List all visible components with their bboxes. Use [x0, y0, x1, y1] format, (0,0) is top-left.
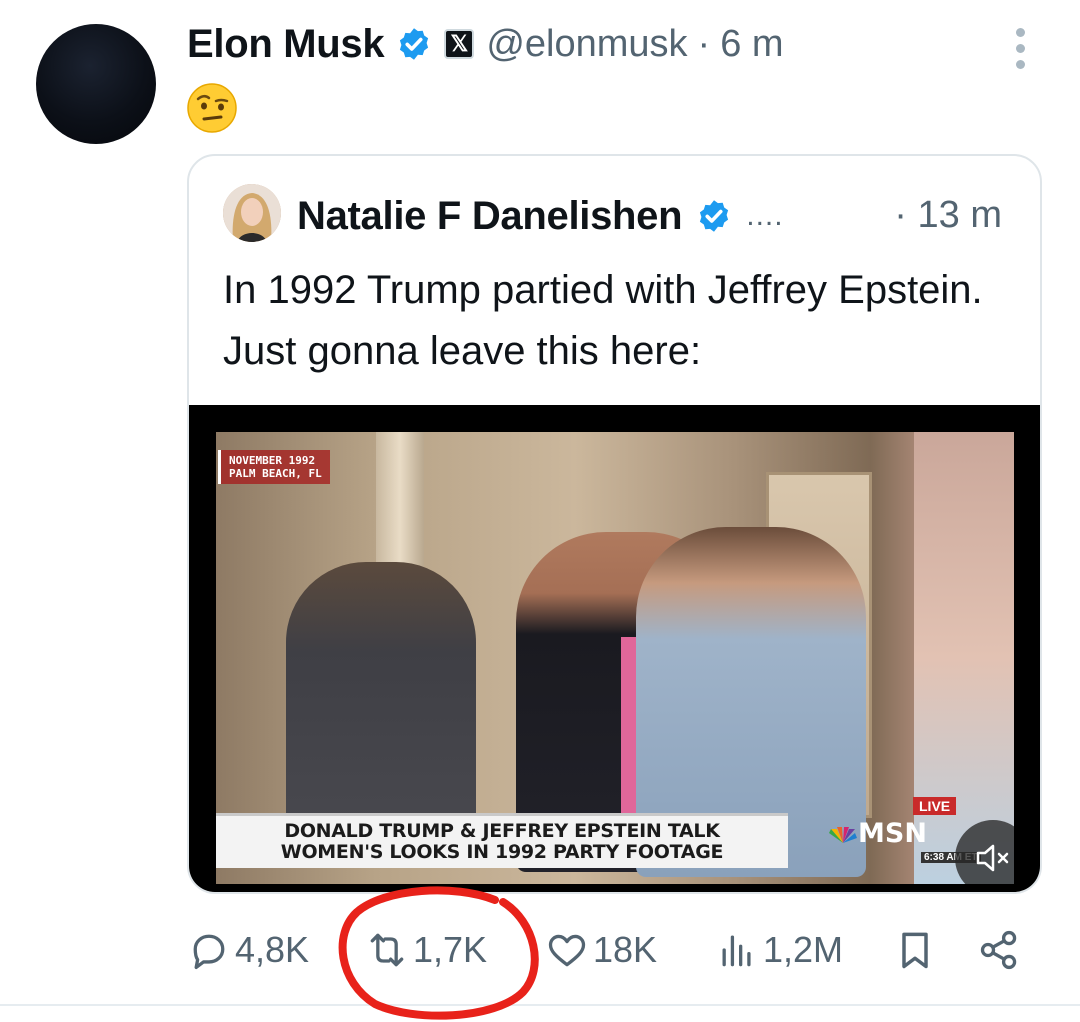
bug-line-1: NOVEMBER 1992	[229, 454, 316, 467]
author-name[interactable]: Elon Musk	[187, 22, 385, 67]
quote-author-avatar[interactable]	[223, 184, 281, 242]
quoted-tweet-card[interactable]: Natalie F Danelishen .... · 13 m In 1992…	[187, 154, 1042, 894]
like-count: 18K	[593, 929, 658, 970]
network-logo: MSN	[828, 818, 927, 849]
quote-verified-badge-icon	[700, 200, 729, 232]
quote-time[interactable]: · 13 m	[894, 194, 1002, 237]
repost-count: 1,7K	[413, 929, 488, 970]
reply-icon	[193, 934, 225, 970]
author-handle[interactable]: @elonmusk	[486, 23, 687, 66]
quote-text: In 1992 Trump partied with Jeffrey Epste…	[223, 268, 983, 373]
peacock-icon	[829, 826, 857, 843]
share-icon	[980, 930, 1017, 970]
chyron-line-2: WOMEN'S LOOKS IN 1992 PARTY FOOTAGE	[280, 841, 724, 863]
quote-header: Natalie F Danelishen ....	[297, 188, 784, 244]
bug-line-2: PALM BEACH, FL	[229, 467, 322, 480]
views-count: 1,2M	[763, 929, 844, 970]
embedded-video[interactable]: NOVEMBER 1992 PALM BEACH, FL DONALD TRUM…	[189, 405, 1040, 892]
tweet-header: Elon Musk 𝕏 @elonmusk · 6 m	[187, 16, 784, 72]
repost-button[interactable]: 1,7K	[365, 920, 487, 980]
speaker-muted-icon	[976, 844, 1009, 872]
views-button[interactable]: 1,2M	[715, 920, 843, 980]
share-button[interactable]	[977, 920, 1021, 980]
reply-button[interactable]: 4,8K	[187, 920, 309, 980]
repost-icon	[370, 933, 404, 967]
video-edge-blur	[914, 432, 1014, 884]
views-chart-icon	[722, 935, 751, 967]
reply-count: 4,8K	[235, 929, 310, 970]
date-location-bug: NOVEMBER 1992 PALM BEACH, FL	[218, 450, 330, 484]
video-frame[interactable]: NOVEMBER 1992 PALM BEACH, FL DONALD TRUM…	[216, 432, 1014, 884]
more-options-icon[interactable]	[1008, 28, 1032, 72]
tweet-divider	[0, 1004, 1080, 1006]
bookmark-button[interactable]	[893, 920, 937, 980]
tweet-emoji	[187, 83, 237, 133]
x-affiliation-icon: 𝕏	[444, 29, 475, 59]
like-button[interactable]: 18K	[545, 920, 657, 980]
chyron-line-1: DONALD TRUMP & JEFFREY EPSTEIN TALK	[284, 820, 720, 842]
quote-author-name[interactable]: Natalie F Danelishen	[297, 194, 683, 239]
author-avatar[interactable]	[36, 24, 156, 144]
live-badge: LIVE	[913, 797, 957, 815]
tweet-time[interactable]: 6 m	[720, 23, 783, 66]
verified-badge-icon	[400, 28, 429, 60]
heart-icon	[548, 934, 586, 967]
separator: ·	[697, 22, 711, 65]
bookmark-icon	[902, 932, 928, 969]
tweet-actions-bar: 4,8K 1,7K 18K 1,2M	[187, 920, 1037, 980]
quote-handle-truncated: ....	[746, 199, 784, 232]
news-chyron: DONALD TRUMP & JEFFREY EPSTEIN TALK WOME…	[216, 813, 788, 868]
network-name: MSN	[858, 818, 927, 849]
